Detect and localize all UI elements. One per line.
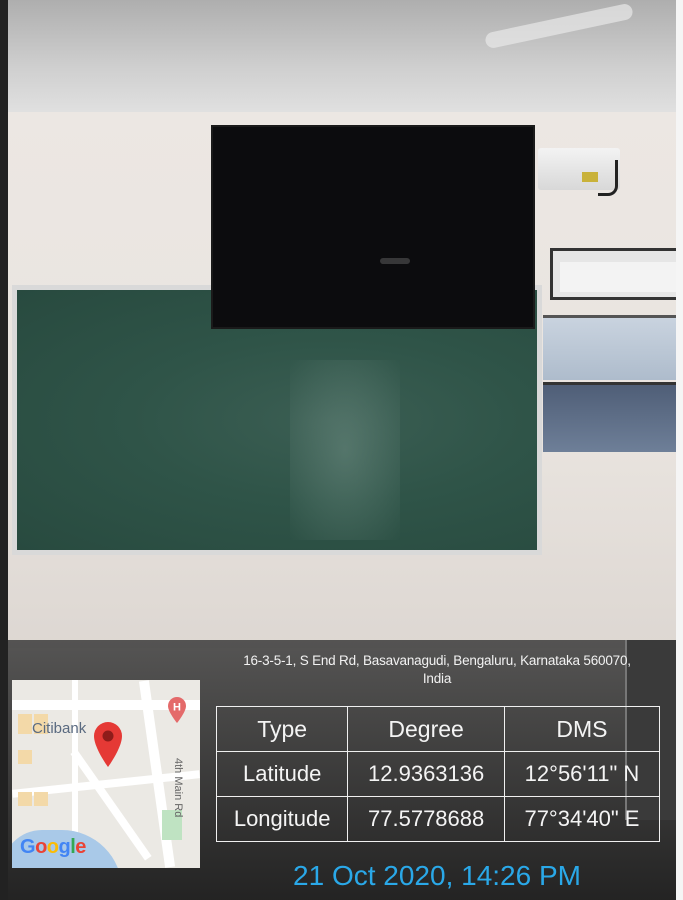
hospital-marker-icon: H bbox=[168, 697, 186, 723]
tv-reflection bbox=[380, 258, 410, 264]
header-type: Type bbox=[215, 706, 349, 752]
map-block bbox=[18, 750, 32, 764]
chalkboard-smudge bbox=[290, 360, 400, 540]
coordinates-header-row: Type Degree DMS bbox=[215, 706, 661, 752]
left-border bbox=[0, 0, 8, 900]
map-road-label: 4th Main Rd bbox=[172, 758, 184, 818]
ac-sticker bbox=[582, 172, 598, 182]
longitude-degree: 77.5778688 bbox=[347, 796, 505, 842]
svg-text:H: H bbox=[173, 702, 181, 714]
latitude-dms: 12°56'11" N bbox=[503, 751, 661, 797]
right-border bbox=[676, 0, 683, 900]
latitude-degree: 12.9363136 bbox=[347, 751, 505, 797]
header-degree: Degree bbox=[347, 706, 505, 752]
longitude-row: Longitude 77.5778688 77°34'40" E bbox=[215, 796, 661, 842]
address-line-1: 16-3-5-1, S End Rd, Basavanagudi, Bengal… bbox=[243, 653, 631, 668]
coordinates-table: Type Degree DMS Latitude 12.9363136 12°5… bbox=[215, 706, 661, 842]
map-block bbox=[18, 792, 32, 806]
window-bottom-pane bbox=[543, 382, 683, 452]
location-map[interactable]: Citibank 4th Main Rd H Google bbox=[12, 680, 200, 868]
capture-timestamp: 21 Oct 2020, 14:26 PM bbox=[293, 860, 581, 891]
location-pin-icon bbox=[94, 722, 122, 767]
ac-cable bbox=[598, 160, 618, 196]
wall-mounted-tv bbox=[211, 125, 535, 329]
latitude-row: Latitude 12.9363136 12°56'11" N bbox=[215, 751, 661, 797]
window-top-pane bbox=[560, 262, 683, 292]
map-block bbox=[18, 714, 32, 734]
map-place-label: Citibank bbox=[32, 720, 87, 737]
window-middle-pane bbox=[543, 315, 683, 380]
latitude-label: Latitude bbox=[215, 751, 349, 797]
chalkboard bbox=[17, 290, 537, 550]
header-dms: DMS bbox=[503, 706, 661, 752]
longitude-label: Longitude bbox=[215, 796, 349, 842]
map-block bbox=[34, 792, 48, 806]
google-logo: Google bbox=[20, 836, 86, 858]
address-line-2: India bbox=[422, 671, 452, 686]
geo-address: 16-3-5-1, S End Rd, Basavanagudi, Bengal… bbox=[214, 652, 660, 688]
longitude-dms: 77°34'40" E bbox=[503, 796, 661, 842]
